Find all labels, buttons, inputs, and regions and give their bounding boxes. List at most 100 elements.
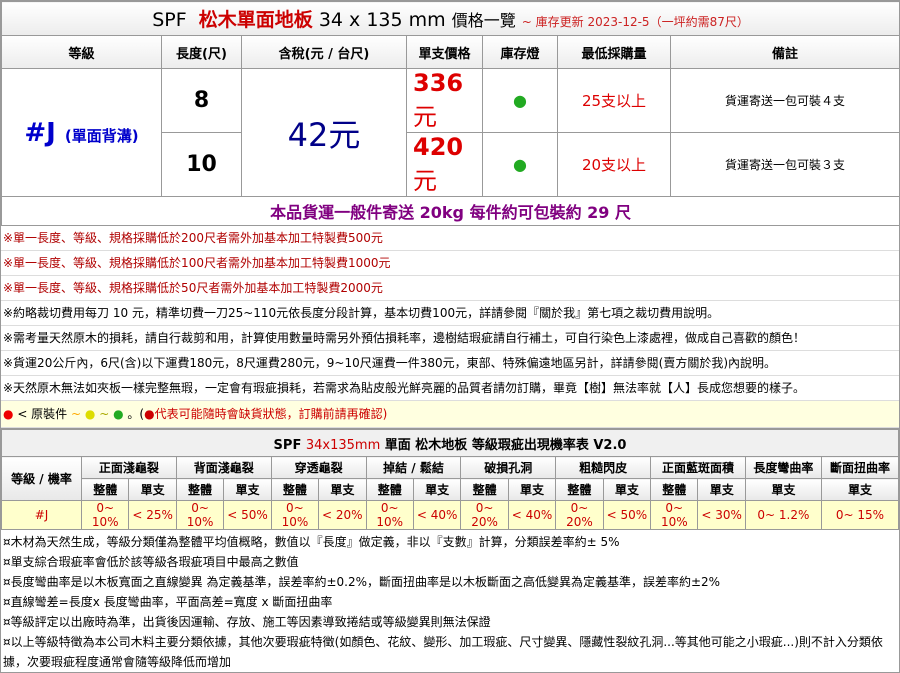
sub-single: 單支 bbox=[744, 478, 822, 501]
sub-single: 單支 bbox=[820, 478, 900, 501]
defect-value: < 20% bbox=[318, 500, 367, 530]
sub-single: 單支 bbox=[128, 478, 177, 501]
unit-price-10-yuan: 元 bbox=[413, 167, 437, 195]
footnote-item: ¤等級評定以出廠時為準，出貨後因運輸、存放、施工等因素導致捲結或等級變異則無法保… bbox=[3, 615, 491, 629]
unit-price-8-yuan: 元 bbox=[413, 103, 437, 131]
note-item: ※單一長度、等級、規格採購低於200尺者需外加基本加工特製費500元 bbox=[1, 226, 899, 251]
defect-grade: #J bbox=[1, 500, 82, 530]
grade-note: (單面背溝) bbox=[64, 126, 139, 145]
remark-10: 貨運寄送一包可裝３支 bbox=[669, 132, 900, 197]
sub-single: 單支 bbox=[602, 478, 652, 501]
footnote-item: ¤長度彎曲率是以木板寬面之直線變異 為定義基準，誤差率約±0.2%，斷面扭曲率是… bbox=[3, 575, 721, 589]
sub-whole: 整體 bbox=[175, 478, 225, 501]
rowhead-grade-rate: 等級 / 機率 bbox=[1, 456, 82, 501]
sub-whole: 整體 bbox=[270, 478, 320, 501]
defect-value: 0~ 10% bbox=[650, 500, 699, 530]
footnotes: ¤木材為天然生成，等級分類僅為整體平均值概略，數值以『長度』做定義，非以『支數』… bbox=[1, 530, 899, 672]
note-item: ※貨運20公斤內，6尺(含)以下運費180元，8尺運費280元，9~10尺運費一… bbox=[1, 351, 899, 376]
stock-light-10: ● bbox=[482, 132, 558, 197]
note-item: ※天然原木無法如夾板一樣完整無瑕，一定會有瑕疵損耗，若需求為貼皮般光鮮亮麗的品質… bbox=[1, 376, 899, 401]
update-note: ~ 庫存更新 2023-12-5（一坪約需87尺） bbox=[521, 15, 749, 29]
group-back-crack: 背面淺龜裂 bbox=[175, 456, 272, 479]
title-subtitle: 價格一覽 bbox=[451, 11, 516, 30]
defect-value: < 25% bbox=[128, 500, 177, 530]
group-hole: 破損孔洞 bbox=[460, 456, 557, 479]
sub-whole: 整體 bbox=[650, 478, 699, 501]
legend-sep: 。( bbox=[127, 407, 145, 421]
length-10: 10 bbox=[161, 132, 242, 197]
defect-value: 0~ 10% bbox=[175, 500, 225, 530]
defect-value: 0~ 1.2% bbox=[744, 500, 822, 530]
defect-value: < 30% bbox=[697, 500, 746, 530]
price-per-ft: 42元 bbox=[241, 68, 407, 197]
sub-whole: 整體 bbox=[365, 478, 414, 501]
sub-single: 單支 bbox=[318, 478, 367, 501]
defect-title-size: 34x135mm bbox=[305, 437, 381, 453]
col-unit-price: 單支價格 bbox=[406, 35, 483, 69]
footnote-item: ¤以上等級特徵為本公司木料主要分類依據，其他次要瑕疵特徵(如顏色、花紋、變形、加… bbox=[3, 635, 883, 669]
col-grade: 等級 bbox=[1, 35, 162, 69]
sub-single: 單支 bbox=[507, 478, 557, 501]
sub-single: 單支 bbox=[412, 478, 462, 501]
col-length: 長度(尺) bbox=[161, 35, 242, 69]
sub-single: 單支 bbox=[697, 478, 746, 501]
unit-price-8: 336 元 bbox=[406, 68, 483, 133]
defect-value: 0~ 20% bbox=[460, 500, 509, 530]
shipping-info: 本品貨運一般件寄送 20kg 每件約可包裝約 29 尺 bbox=[0, 196, 900, 226]
sub-whole: 整體 bbox=[460, 478, 509, 501]
col-stock: 庫存燈 bbox=[482, 35, 558, 69]
defect-value: 0~ 10% bbox=[80, 500, 130, 530]
unit-price-10-num: 420 bbox=[413, 133, 464, 161]
notes-list: ※單一長度、等級、規格採購低於200尺者需外加基本加工特製費500元 ※單一長度… bbox=[1, 226, 899, 428]
column-headers: 等級 長度(尺) 含稅(元 / 台尺) 單支價格 庫存燈 最低採購量 備註 bbox=[1, 35, 900, 69]
legend-tilde-2: ~ bbox=[99, 407, 110, 421]
note-item: ※單一長度、等級、規格採購低於50尺者需外加基本加工特製費2000元 bbox=[1, 276, 899, 301]
group-twist: 斷面扭曲率 bbox=[820, 456, 900, 479]
defect-table-title: SPF 34x135mm 單面 松木地板 等級瑕疵出現機率表 V2.0 bbox=[1, 428, 899, 457]
defect-value: 0~ 10% bbox=[270, 500, 320, 530]
legend-warning: ●代表可能隨時會缺貨狀態，訂購前請再確認) bbox=[144, 407, 388, 421]
length-8: 8 bbox=[161, 68, 242, 133]
col-min-order: 最低採購量 bbox=[557, 35, 671, 69]
product-row-1: #J (單面背溝) 8 42元 336 元 ● 25支以上 貨運寄送一包可裝４支 bbox=[1, 68, 900, 197]
sub-whole: 整體 bbox=[80, 478, 130, 501]
defect-title-spf: SPF bbox=[273, 437, 302, 453]
legend-tilde-1: ~ bbox=[71, 407, 82, 421]
defect-value: < 50% bbox=[223, 500, 272, 530]
title-size: 34 x 135 mm bbox=[318, 9, 446, 31]
remark-8: 貨運寄送一包可裝４支 bbox=[669, 68, 900, 133]
defect-value: < 40% bbox=[412, 500, 462, 530]
defect-value: < 40% bbox=[507, 500, 557, 530]
price-page: SPF 松木單面地板 34 x 135 mm 價格一覽 ~ 庫存更新 2023-… bbox=[0, 0, 900, 673]
defect-value: 0~ 15% bbox=[820, 500, 900, 530]
unit-price-8-num: 336 bbox=[413, 69, 464, 97]
green-dot-icon: ● bbox=[113, 407, 124, 421]
sub-whole: 整體 bbox=[555, 478, 604, 501]
page-title: SPF 松木單面地板 34 x 135 mm 價格一覽 ~ 庫存更新 2023-… bbox=[0, 1, 900, 36]
group-blue-stain: 正面藍斑面積 bbox=[650, 456, 746, 479]
group-rough: 粗糙閃皮 bbox=[555, 456, 652, 479]
price-table: SPF 松木單面地板 34 x 135 mm 價格一覽 ~ 庫存更新 2023-… bbox=[0, 1, 900, 226]
footnote-item: ¤直線彎差=長度x 長度彎曲率，平面高差=寬度 x 斷面扭曲率 bbox=[3, 595, 333, 609]
grade-cell: #J (單面背溝) bbox=[1, 68, 162, 197]
note-item: ※需考量天然原木的損耗，請自行裁剪和用，計算使用數量時需另外預估損耗率，邊樹結瑕… bbox=[1, 326, 899, 351]
defect-title-text: 單面 松木地板 等級瑕疵出現機率表 V2.0 bbox=[384, 437, 627, 453]
grade-value: #J bbox=[24, 117, 56, 148]
red-dot-icon: ● bbox=[3, 407, 14, 421]
stock-legend: ● < 原裝件 ~ ● ~ ● 。(●代表可能隨時會缺貨狀態，訂購前請再確認) bbox=[1, 401, 899, 428]
col-price: 含稅(元 / 台尺) bbox=[241, 35, 407, 69]
defect-value: 0~ 10% bbox=[365, 500, 414, 530]
unit-price-10: 420 元 bbox=[406, 132, 483, 197]
col-remark: 備註 bbox=[669, 35, 900, 69]
group-front-crack: 正面淺龜裂 bbox=[81, 456, 177, 479]
group-through-crack: 穿透龜裂 bbox=[270, 456, 367, 479]
defect-row-j: #J 0~ 10% < 25% 0~ 10% < 50% 0~ 10% < 20… bbox=[1, 500, 900, 530]
min-order-10: 20支以上 bbox=[557, 132, 671, 197]
sub-single: 單支 bbox=[223, 478, 272, 501]
defect-rate-table: SPF 34x135mm 單面 松木地板 等級瑕疵出現機率表 V2.0 等級 /… bbox=[1, 428, 900, 530]
defect-value: 0~ 20% bbox=[555, 500, 604, 530]
legend-label: < 原裝件 bbox=[17, 407, 68, 421]
stock-light-8: ● bbox=[482, 68, 558, 133]
note-item: ※約略裁切費用每刀 10 元，精準切費一刀25~110元依長度分段計算，基本切費… bbox=[1, 301, 899, 326]
note-item: ※單一長度、等級、規格採購低於100尺者需外加基本加工特製費1000元 bbox=[1, 251, 899, 276]
